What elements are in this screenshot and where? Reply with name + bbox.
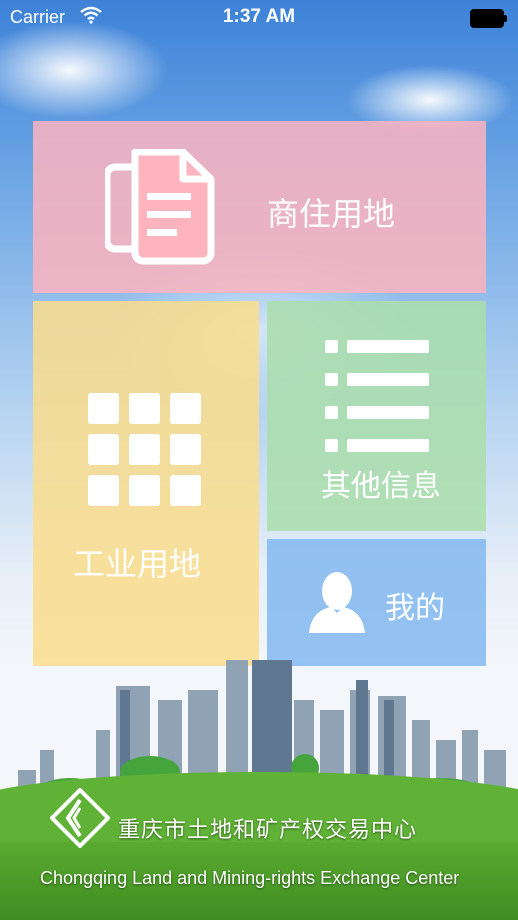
tile-other-info[interactable]: 其他信息	[267, 301, 486, 531]
tile-industrial-land[interactable]: 工业用地	[33, 301, 259, 666]
tile-label: 工业用地	[73, 546, 202, 582]
battery-icon	[470, 9, 507, 28]
tile-commercial-residential-land[interactable]: 商住用地	[33, 121, 486, 293]
document-icon	[103, 148, 217, 270]
status-bar: Carrier 1:37 AM	[0, 0, 518, 34]
tile-my-profile[interactable]: 我的	[267, 539, 486, 666]
user-icon	[309, 569, 365, 640]
list-icon	[325, 340, 429, 457]
center-name-chinese: 重庆市土地和矿产权交易中心	[118, 817, 418, 842]
center-logo-icon	[49, 787, 111, 853]
tile-label: 其他信息	[321, 470, 441, 503]
grid-icon	[88, 393, 201, 511]
center-name-english: Chongqing Land and Mining-rights Exchang…	[40, 868, 460, 888]
tile-label: 我的	[385, 592, 445, 625]
tile-label: 商住用地	[267, 196, 396, 232]
clock: 1:37 AM	[222, 6, 296, 27]
